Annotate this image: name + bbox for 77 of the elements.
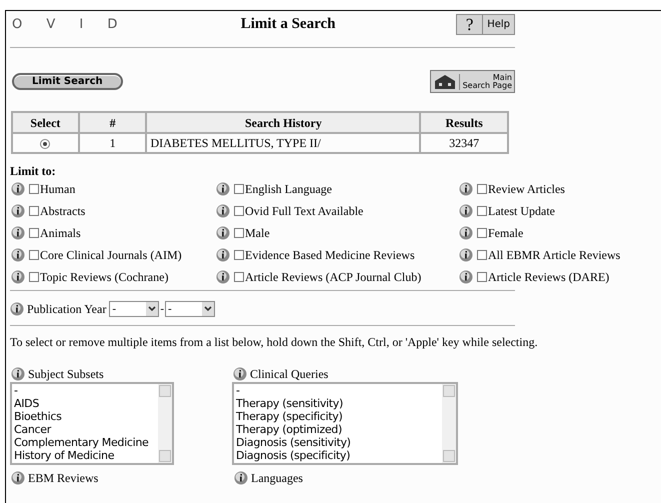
instruction-text: To select or remove multiple items from a list below, hold down the Shift, Ctrl, or 'Apple' key while selecting. bbox=[10, 334, 539, 351]
info-icon[interactable] bbox=[11, 248, 25, 262]
info-icon[interactable] bbox=[459, 226, 473, 240]
checkbox-option[interactable]: Article Reviews (ACP Journal Club) bbox=[234, 268, 422, 286]
caret-icon bbox=[148, 306, 156, 312]
list-label: Clinical Queries bbox=[250, 366, 328, 382]
house-icon bbox=[434, 74, 456, 90]
checkbox-option[interactable]: Male bbox=[234, 224, 270, 242]
checkbox-option[interactable]: Topic Reviews (Cochrane) bbox=[29, 268, 168, 286]
info-icon[interactable] bbox=[11, 204, 25, 218]
list-option[interactable]: Therapy (sensitivity) bbox=[236, 397, 442, 410]
ovid-logo: O V I D bbox=[11, 16, 128, 34]
multi-select-list[interactable]: - Therapy (sensitivity) Therapy (specificity) Therapy (optimized) Diagnosis (sensitivity) Diagnosis (specificity) bbox=[232, 382, 458, 465]
column-header: Select bbox=[12, 112, 79, 133]
list-option[interactable]: Diagnosis (specificity) bbox=[236, 449, 442, 462]
checkbox-option[interactable]: English Language bbox=[234, 180, 332, 198]
checkbox-option[interactable]: Latest Update bbox=[477, 202, 555, 220]
year-dropdown[interactable]: - bbox=[165, 301, 216, 317]
list-option[interactable]: Diagnosis (sensitivity) bbox=[236, 436, 442, 449]
info-icon[interactable] bbox=[233, 366, 247, 380]
info-icon[interactable] bbox=[11, 270, 25, 284]
info-icon[interactable] bbox=[216, 182, 230, 196]
info-icon[interactable] bbox=[11, 470, 25, 484]
caret-icon bbox=[204, 306, 212, 312]
checkbox-option[interactable]: All EBMR Article Reviews bbox=[477, 246, 620, 264]
checkbox-option[interactable]: Animals bbox=[29, 224, 81, 242]
dash-separator: - bbox=[160, 302, 164, 317]
info-icon[interactable] bbox=[216, 204, 230, 218]
checkbox-option[interactable]: Ovid Full Text Available bbox=[234, 202, 364, 220]
column-header: # bbox=[78, 112, 146, 133]
checkbox-option[interactable]: Female bbox=[477, 224, 524, 242]
info-icon[interactable] bbox=[216, 248, 230, 262]
checkbox-option[interactable]: Core Clinical Journals (AIM) bbox=[29, 246, 182, 264]
list-label: Languages bbox=[251, 470, 303, 486]
scroll-bar[interactable] bbox=[442, 384, 456, 463]
list-option[interactable]: Therapy (optimized) bbox=[236, 423, 442, 436]
page-title: Limit a Search bbox=[240, 15, 336, 34]
list-option[interactable]: Bioethics bbox=[14, 410, 158, 423]
checkbox-option[interactable]: Article Reviews (DARE) bbox=[477, 268, 610, 286]
list-option[interactable]: Complementary Medicine bbox=[14, 436, 158, 449]
info-icon[interactable] bbox=[459, 270, 473, 284]
info-icon[interactable] bbox=[10, 302, 24, 316]
info-icon[interactable] bbox=[234, 470, 248, 484]
info-icon[interactable] bbox=[216, 226, 230, 240]
checkbox-option[interactable]: Evidence Based Medicine Reviews bbox=[234, 246, 415, 264]
info-icon[interactable] bbox=[216, 270, 230, 284]
list-option[interactable]: Therapy (specificity) bbox=[236, 410, 442, 423]
limit-search-button[interactable]: Limit Search bbox=[12, 73, 123, 90]
list-option[interactable]: - bbox=[14, 384, 158, 397]
checkbox-option[interactable]: Human bbox=[29, 180, 76, 198]
info-icon[interactable] bbox=[11, 366, 25, 380]
info-icon[interactable] bbox=[459, 248, 473, 262]
multi-select-list[interactable]: - AIDS Bioethics Cancer Complementary Medicine History of Medicine bbox=[10, 382, 174, 465]
help-button[interactable]: ? Help bbox=[456, 14, 515, 35]
checkbox-option[interactable]: Abstracts bbox=[29, 202, 86, 220]
column-header: Search History bbox=[146, 112, 420, 133]
list-option[interactable]: - bbox=[236, 384, 442, 397]
table-cell: 1 bbox=[78, 133, 146, 153]
year-dropdown[interactable]: - bbox=[109, 301, 160, 317]
table-cell: 32347 bbox=[420, 133, 508, 153]
list-option[interactable]: History of Medicine bbox=[14, 449, 158, 462]
list-label: EBM Reviews bbox=[28, 470, 98, 486]
info-icon[interactable] bbox=[459, 182, 473, 196]
list-option[interactable]: Cancer bbox=[14, 423, 158, 436]
field-label: Publication Year bbox=[27, 301, 106, 318]
info-icon[interactable] bbox=[11, 182, 25, 196]
info-icon[interactable] bbox=[459, 204, 473, 218]
scroll-bar[interactable] bbox=[158, 384, 172, 463]
main-search-page-button[interactable]: Main Search Page bbox=[430, 70, 515, 93]
info-icon[interactable] bbox=[11, 226, 25, 240]
table-cell: DIABETES MELLITUS, TYPE II/ bbox=[146, 133, 420, 153]
checkbox-option[interactable]: Review Articles bbox=[477, 180, 565, 198]
section-label: Limit to: bbox=[10, 163, 57, 178]
radio-button[interactable] bbox=[40, 139, 50, 150]
column-header: Results bbox=[420, 112, 508, 133]
list-label: Subject Subsets bbox=[28, 366, 104, 382]
list-option[interactable]: AIDS bbox=[14, 397, 158, 410]
